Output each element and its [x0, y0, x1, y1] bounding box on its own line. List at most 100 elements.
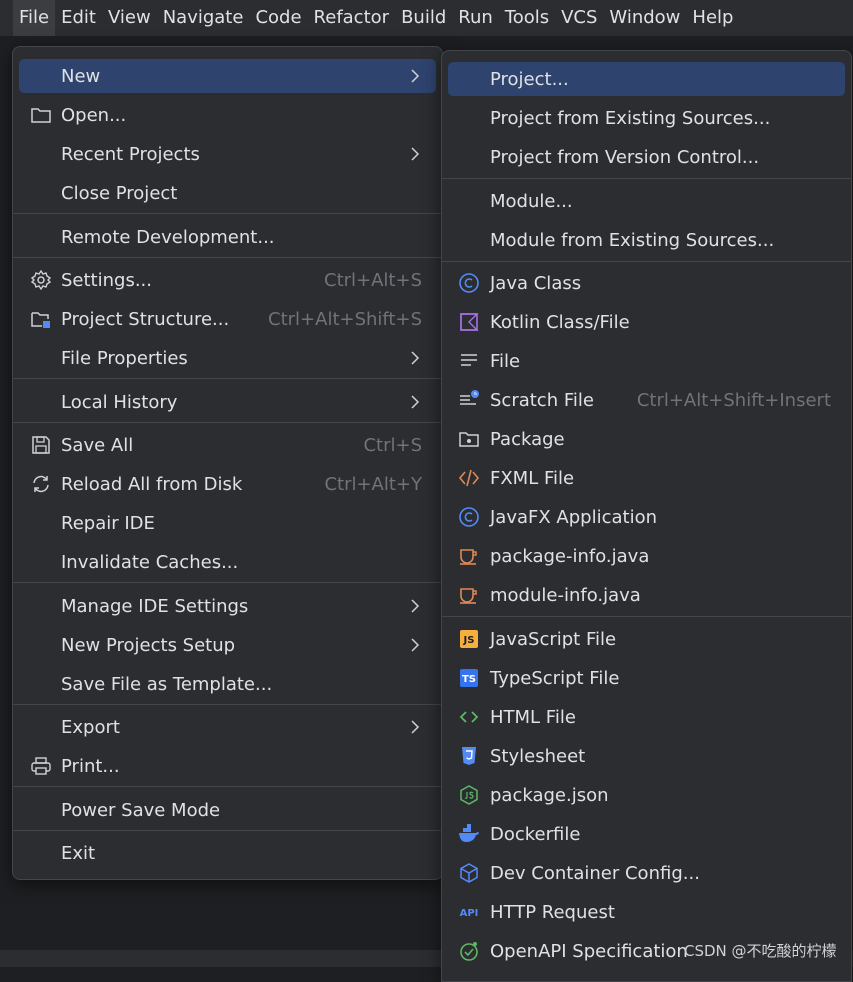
- menu-window[interactable]: Window: [603, 0, 686, 36]
- new-menu-kotlin-class[interactable]: Kotlin Class/File: [448, 305, 845, 339]
- file-menu-settings[interactable]: Settings... Ctrl+Alt+S: [19, 263, 436, 297]
- separator: [13, 830, 442, 831]
- separator: [13, 704, 442, 705]
- settings-shortcut: Ctrl+Alt+S: [324, 269, 422, 291]
- new-projects-setup-label: New Projects Setup: [61, 634, 236, 656]
- chevron-right-icon: [408, 145, 422, 163]
- file-menu-file-properties[interactable]: File Properties: [19, 341, 436, 375]
- new-menu-html-file[interactable]: HTML File: [448, 700, 845, 734]
- new-menu-typescript-file[interactable]: TS TypeScript File: [448, 661, 845, 695]
- chevron-right-icon: [408, 636, 422, 654]
- file-menu-recent-projects[interactable]: Recent Projects: [19, 137, 436, 171]
- file-menu-new[interactable]: New: [19, 59, 436, 93]
- menu-bar: File Edit View Navigate Code Refactor Bu…: [0, 0, 853, 36]
- new-menu-dockerfile[interactable]: Dockerfile: [448, 817, 845, 851]
- project-vcs-label: Project from Version Control...: [490, 146, 760, 168]
- file-menu-save-as-template[interactable]: Save File as Template...: [19, 667, 436, 701]
- menu-file[interactable]: File: [13, 0, 56, 36]
- project-structure-shortcut: Ctrl+Alt+Shift+S: [268, 308, 422, 330]
- new-menu-package[interactable]: Package: [448, 422, 845, 456]
- project-existing-label: Project from Existing Sources...: [490, 107, 771, 129]
- openapi-label: OpenAPI Specification: [490, 940, 688, 962]
- separator: [13, 213, 442, 214]
- svg-text:JS: JS: [463, 635, 475, 646]
- dockerfile-label: Dockerfile: [490, 823, 581, 845]
- file-menu-save-all[interactable]: Save All Ctrl+S: [19, 428, 436, 462]
- separator: [442, 178, 851, 179]
- file-menu-print[interactable]: Print...: [19, 749, 436, 783]
- file-menu-project-structure[interactable]: Project Structure... Ctrl+Alt+Shift+S: [19, 302, 436, 336]
- java-cup-icon: [458, 584, 480, 606]
- menu-navigate[interactable]: Navigate: [157, 0, 250, 36]
- module-existing-label: Module from Existing Sources...: [490, 229, 775, 251]
- file-menu-invalidate-caches[interactable]: Invalidate Caches...: [19, 545, 436, 579]
- chevron-right-icon: [408, 597, 422, 615]
- docker-icon: [458, 823, 480, 845]
- fxml-file-label: FXML File: [490, 467, 575, 489]
- chevron-right-icon: [408, 718, 422, 736]
- file-menu-new-projects-setup[interactable]: New Projects Setup: [19, 628, 436, 662]
- menu-tools[interactable]: Tools: [499, 0, 555, 36]
- file-menu-reload-all[interactable]: Reload All from Disk Ctrl+Alt+Y: [19, 467, 436, 501]
- separator: [13, 582, 442, 583]
- new-menu-scratch-file[interactable]: Scratch File Ctrl+Alt+Shift+Insert: [448, 383, 845, 417]
- new-menu-file[interactable]: File: [448, 344, 845, 378]
- separator: [13, 257, 442, 258]
- power-save-label: Power Save Mode: [61, 799, 221, 821]
- menu-help[interactable]: Help: [686, 0, 739, 36]
- menu-run[interactable]: Run: [452, 0, 499, 36]
- file-menu-remote-development[interactable]: Remote Development...: [19, 220, 436, 254]
- menu-code[interactable]: Code: [249, 0, 307, 36]
- package-json-label: package.json: [490, 784, 609, 806]
- menu-edit[interactable]: Edit: [55, 0, 102, 36]
- new-menu-stylesheet[interactable]: Stylesheet: [448, 739, 845, 773]
- new-menu-package-info[interactable]: package-info.java: [448, 539, 845, 573]
- gear-icon: [30, 269, 52, 291]
- new-menu-javascript-file[interactable]: JS JavaScript File: [448, 622, 845, 656]
- chevron-right-icon: [408, 67, 422, 85]
- new-menu-module-existing[interactable]: Module from Existing Sources...: [448, 223, 845, 257]
- separator: [442, 616, 851, 617]
- javascript-icon: JS: [458, 628, 480, 650]
- printer-icon: [30, 755, 52, 777]
- new-menu-module[interactable]: Module...: [448, 184, 845, 218]
- kotlin-icon: [458, 311, 480, 333]
- file-menu-repair-ide[interactable]: Repair IDE: [19, 506, 436, 540]
- new-menu-fxml-file[interactable]: FXML File: [448, 461, 845, 495]
- file-properties-label: File Properties: [61, 347, 188, 369]
- separator: [13, 378, 442, 379]
- scratch-file-icon: [458, 389, 480, 411]
- file-menu-exit[interactable]: Exit: [19, 836, 436, 870]
- new-menu-project-existing[interactable]: Project from Existing Sources...: [448, 101, 845, 135]
- menu-vcs[interactable]: VCS: [555, 0, 603, 36]
- watermark: CSDN @不吃酸的柠檬: [684, 942, 837, 960]
- menu-refactor[interactable]: Refactor: [308, 0, 396, 36]
- api-icon: API: [458, 901, 480, 923]
- new-menu-project[interactable]: Project...: [448, 62, 845, 96]
- new-menu-javafx-app[interactable]: JavaFX Application: [448, 500, 845, 534]
- new-menu-package-json[interactable]: package.json: [448, 778, 845, 812]
- package-folder-icon: [458, 428, 480, 450]
- file-menu-open[interactable]: Open...: [19, 98, 436, 132]
- repair-ide-label: Repair IDE: [61, 512, 155, 534]
- text-file-icon: [458, 350, 480, 372]
- menu-build[interactable]: Build: [395, 0, 452, 36]
- new-menu-http-request[interactable]: API HTTP Request: [448, 895, 845, 929]
- save-all-label: Save All: [61, 434, 134, 456]
- new-menu-dev-container[interactable]: Dev Container Config...: [448, 856, 845, 890]
- project-structure-icon: [30, 308, 52, 330]
- folder-icon: [30, 104, 52, 126]
- file-menu-close-project[interactable]: Close Project: [19, 176, 436, 210]
- file-menu-manage-ide-settings[interactable]: Manage IDE Settings: [19, 589, 436, 623]
- menu-view[interactable]: View: [102, 0, 157, 36]
- file-menu-local-history[interactable]: Local History: [19, 385, 436, 419]
- new-label: New: [61, 65, 101, 87]
- java-class-icon: [458, 272, 480, 294]
- code-tag-icon: [458, 467, 480, 489]
- new-menu-project-vcs[interactable]: Project from Version Control...: [448, 140, 845, 174]
- new-menu-module-info[interactable]: module-info.java: [448, 578, 845, 612]
- openapi-icon: [458, 940, 480, 962]
- file-menu-export[interactable]: Export: [19, 710, 436, 744]
- new-menu-java-class[interactable]: Java Class: [448, 266, 845, 300]
- file-menu-power-save-mode[interactable]: Power Save Mode: [19, 793, 436, 827]
